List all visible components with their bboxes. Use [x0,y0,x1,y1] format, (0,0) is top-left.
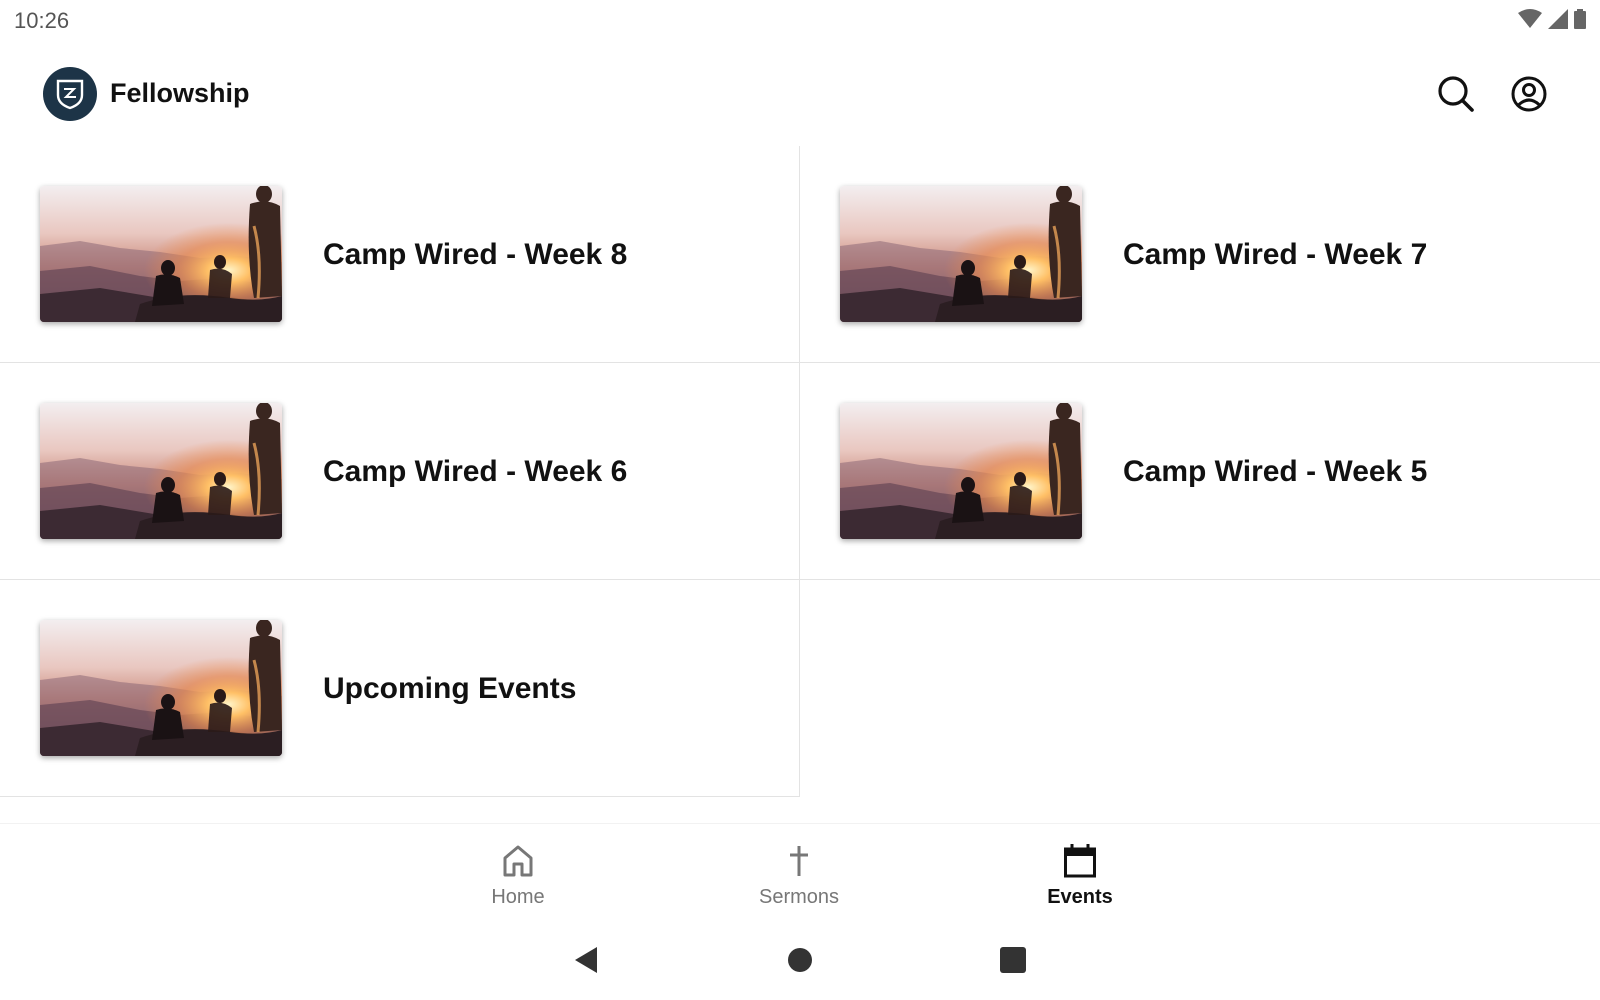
status-bar: 10:26 [0,0,1600,40]
event-card[interactable]: Camp Wired - Week 6 [0,363,800,580]
system-nav-bar [0,930,1600,990]
battery-icon [1574,9,1586,29]
event-thumbnail [40,620,282,756]
app-bar: Fellowship [0,50,1600,140]
signal-icon [1548,9,1568,29]
app-title: Fellowship [110,78,250,108]
event-title: Upcoming Events [323,672,577,705]
shield-icon [56,79,84,110]
recents-button[interactable] [995,942,1031,978]
event-thumbnail [40,403,282,539]
nav-label-sermons: Sermons [758,886,840,908]
status-time: 10:26 [14,8,70,33]
event-thumbnail [840,403,1082,539]
event-card[interactable]: Camp Wired - Week 8 [0,146,800,363]
event-card[interactable]: Camp Wired - Week 5 [800,363,1600,580]
account-icon [1511,76,1547,112]
home-icon [503,845,533,877]
event-title: Camp Wired - Week 5 [1123,455,1428,488]
calendar-icon [1064,844,1096,878]
nav-item-home[interactable]: Home [438,842,598,909]
wifi-icon [1518,9,1542,28]
nav-item-events[interactable]: Events [1000,842,1160,909]
event-card[interactable]: Camp Wired - Week 7 [800,146,1600,363]
event-card[interactable]: Upcoming Events [0,580,800,797]
cross-icon [790,846,808,876]
event-title: Camp Wired - Week 7 [1123,238,1428,271]
logo[interactable] [43,67,97,121]
event-title: Camp Wired - Week 8 [323,238,628,271]
event-thumbnail [840,186,1082,322]
search-icon [1438,76,1474,112]
recents-square-icon [1000,947,1026,973]
search-button[interactable] [1434,72,1478,116]
nav-item-sermons[interactable]: Sermons [719,842,879,909]
back-button[interactable] [568,942,604,978]
bottom-nav: Home Sermons Events [0,823,1600,918]
back-triangle-icon [575,947,597,973]
status-icons [1518,9,1586,29]
home-system-button[interactable] [782,942,818,978]
account-button[interactable] [1507,72,1551,116]
nav-label-home: Home [491,886,545,908]
event-title: Camp Wired - Week 6 [323,455,628,488]
event-thumbnail [40,186,282,322]
nav-label-events: Events [1047,886,1113,908]
home-circle-icon [788,948,812,972]
